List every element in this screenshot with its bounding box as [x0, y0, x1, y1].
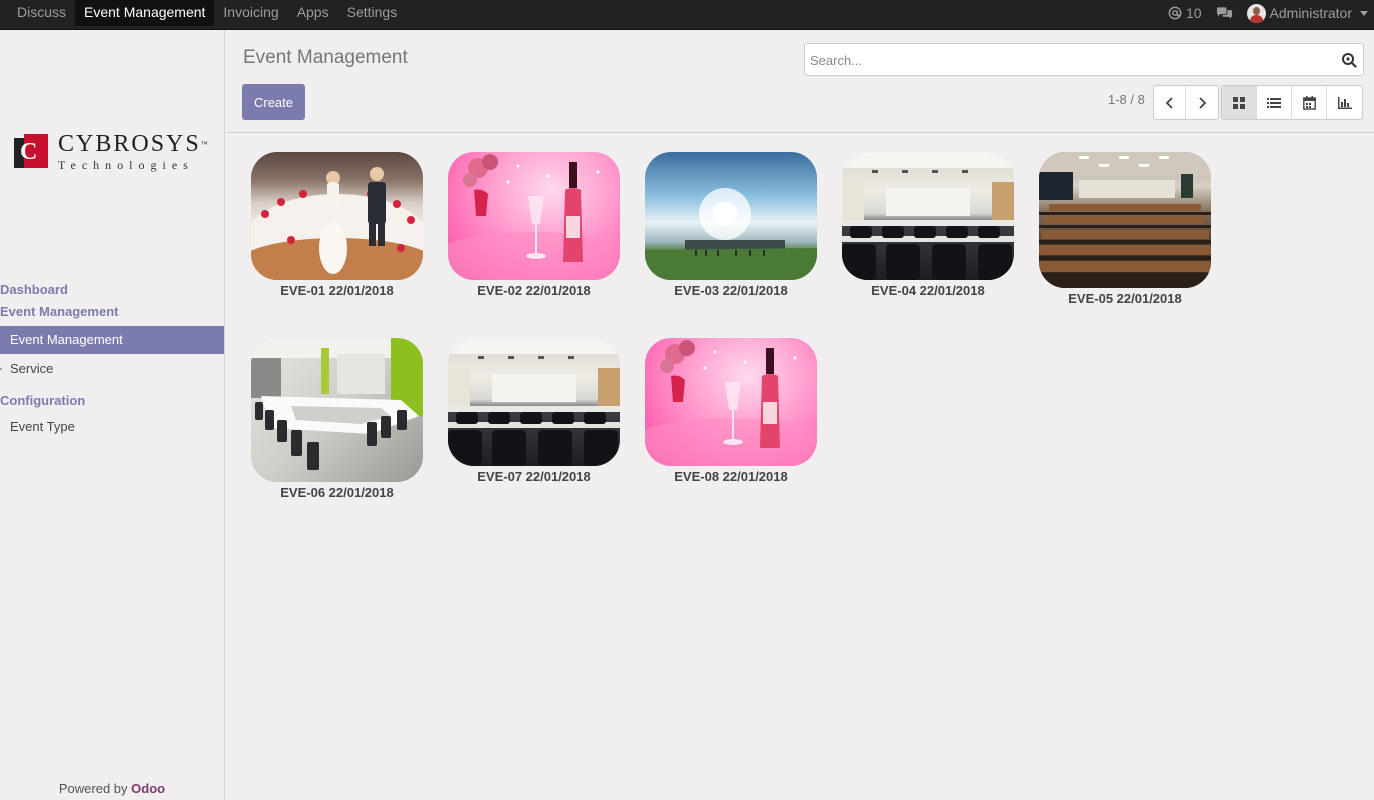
chat-button[interactable]	[1216, 6, 1233, 20]
powered-by: Powered by Odoo	[58, 781, 166, 796]
event-image-wedding-cake[interactable]	[251, 152, 423, 280]
menu-event-management[interactable]: Event Management	[75, 0, 215, 26]
event-card[interactable]: EVE-08 22/01/2018	[645, 338, 817, 484]
bar-chart-icon	[1337, 96, 1352, 109]
event-image-pink-wine[interactable]	[448, 152, 620, 280]
sidebar: C CYBROSYS™ Technologies Dashboard Event…	[0, 30, 225, 800]
event-card[interactable]: EVE-05 22/01/2018	[1039, 152, 1211, 306]
create-button[interactable]: Create	[242, 84, 305, 120]
company-logo: C CYBROSYS™ Technologies	[14, 132, 210, 173]
event-card[interactable]: EVE-07 22/01/2018	[448, 338, 620, 484]
pager-previous-button[interactable]	[1154, 86, 1186, 119]
list-view-button[interactable]	[1257, 86, 1292, 119]
systray: 10 Administrator	[1168, 0, 1368, 26]
notification-count: 10	[1185, 5, 1202, 21]
event-image-conference-hall[interactable]	[448, 338, 620, 466]
event-caption[interactable]: EVE-03 22/01/2018	[645, 283, 817, 298]
search-box	[804, 43, 1364, 76]
pager-buttons	[1153, 85, 1219, 120]
section-event-management: Event Management	[0, 304, 119, 319]
event-card[interactable]: EVE-03 22/01/2018	[645, 152, 817, 298]
event-caption[interactable]: EVE-02 22/01/2018	[448, 283, 620, 298]
sidebar-item-service[interactable]: Service	[0, 355, 224, 383]
event-caption[interactable]: EVE-05 22/01/2018	[1039, 291, 1211, 306]
event-image-meeting-room[interactable]	[251, 338, 423, 482]
chat-bubbles-icon	[1216, 7, 1232, 19]
calendar-view-button[interactable]	[1292, 86, 1327, 119]
event-caption[interactable]: EVE-08 22/01/2018	[645, 469, 817, 484]
side-menu: Dashboard Event Management Event Managem…	[0, 279, 224, 441]
page-title: Event Management	[243, 47, 408, 68]
view-switcher	[1221, 85, 1363, 120]
user-avatar	[1246, 3, 1266, 23]
sidebar-item-event-type[interactable]: Event Type	[0, 413, 224, 441]
odoo-link[interactable]: Odoo	[131, 781, 165, 796]
notifications-button[interactable]: 10	[1168, 5, 1202, 21]
app-menu: Discuss Event Management Invoicing Apps …	[8, 0, 406, 30]
kanban-view: EVE-01 22/01/2018 EVE-02 22/01/2018 EVE-…	[226, 134, 1374, 800]
event-image-field-sky[interactable]	[645, 152, 817, 280]
event-card[interactable]: EVE-04 22/01/2018	[842, 152, 1014, 298]
search-icon[interactable]	[1341, 52, 1357, 68]
chevron-left-icon	[1165, 96, 1173, 109]
event-card[interactable]: EVE-02 22/01/2018	[448, 152, 620, 298]
menu-invoicing[interactable]: Invoicing	[214, 0, 287, 26]
event-card[interactable]: EVE-01 22/01/2018	[251, 152, 423, 298]
section-dashboard[interactable]: Dashboard	[0, 279, 224, 301]
control-panel: Event Management Create 1-8 / 8	[226, 30, 1374, 133]
logo-name: CYBROSYS	[58, 131, 201, 157]
user-name: Administrator	[1269, 5, 1352, 21]
chevron-right-icon	[1199, 96, 1207, 109]
event-caption[interactable]: EVE-07 22/01/2018	[448, 469, 620, 484]
menu-apps[interactable]: Apps	[288, 0, 338, 26]
section-configuration: Configuration	[0, 393, 86, 408]
event-caption[interactable]: EVE-06 22/01/2018	[251, 485, 423, 500]
event-caption[interactable]: EVE-04 22/01/2018	[842, 283, 1014, 298]
search-input[interactable]	[810, 50, 1330, 70]
menu-settings[interactable]: Settings	[338, 0, 407, 26]
kanban-view-button[interactable]	[1222, 86, 1257, 119]
caret-down-icon	[1360, 10, 1368, 16]
kanban-grid-icon	[1233, 96, 1245, 109]
event-image-pink-wine[interactable]	[645, 338, 817, 466]
event-image-conference-hall[interactable]	[842, 152, 1014, 280]
event-image-auditorium[interactable]	[1039, 152, 1211, 288]
list-icon	[1267, 97, 1281, 108]
top-navbar: Discuss Event Management Invoicing Apps …	[0, 0, 1374, 30]
user-menu[interactable]: Administrator	[1246, 3, 1368, 23]
logo-subtitle: Technologies	[58, 158, 194, 172]
calendar-icon	[1302, 95, 1316, 110]
graph-view-button[interactable]	[1327, 86, 1362, 119]
at-sign-icon	[1168, 6, 1182, 20]
pager-value[interactable]: 1-8 / 8	[1108, 92, 1145, 107]
event-card[interactable]: EVE-06 22/01/2018	[251, 338, 423, 500]
cybrosys-logo-icon: C	[14, 133, 50, 172]
menu-discuss[interactable]: Discuss	[8, 0, 75, 26]
pager-next-button[interactable]	[1186, 86, 1218, 119]
sidebar-item-event-management[interactable]: Event Management	[0, 326, 224, 354]
event-caption[interactable]: EVE-01 22/01/2018	[251, 283, 423, 298]
